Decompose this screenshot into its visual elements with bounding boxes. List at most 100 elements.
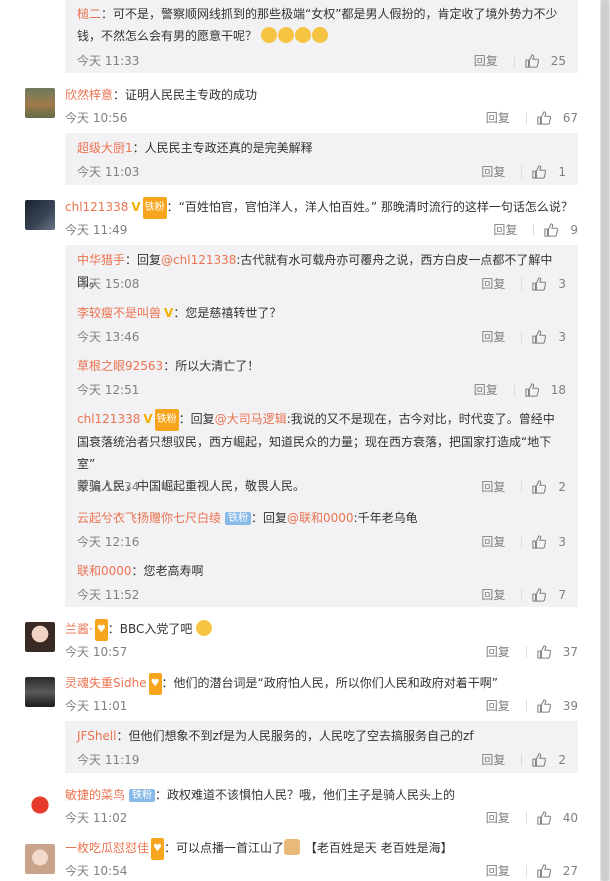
reply-button[interactable]: 回复 xyxy=(493,221,517,238)
fan-badge: 铁粉 xyxy=(154,409,179,431)
emoji-icon xyxy=(294,27,311,43)
like-count: 3 xyxy=(558,329,566,344)
fan-badge: 铁粉 xyxy=(225,512,252,525)
mention-link[interactable]: @大司马逻辑 xyxy=(215,412,287,426)
timestamp: 今天 15:08 xyxy=(77,277,140,291)
timestamp: 今天 11:33 xyxy=(77,54,140,68)
reply-button[interactable]: 回复 xyxy=(486,809,510,826)
comment-body: 一枚吃瓜怼怼佳 ♥ ：可以点播一首江山了 【老百姓是天 老百姓是海】 xyxy=(65,837,578,860)
reply-button[interactable]: 回复 xyxy=(481,328,505,345)
emoji-icon xyxy=(311,27,328,43)
like-count: 9 xyxy=(570,222,578,237)
mention-link[interactable]: @联和0000 xyxy=(287,511,354,525)
thumbs-up-icon[interactable] xyxy=(532,329,547,344)
username-link[interactable]: 灵魂失重Sidhe xyxy=(65,676,147,690)
like-count: 67 xyxy=(562,110,578,125)
timestamp: 今天 11:49 xyxy=(65,223,128,237)
emoji-icon xyxy=(196,620,213,636)
timestamp: 今天 11:02 xyxy=(65,811,128,825)
thumbs-up-icon[interactable] xyxy=(537,810,551,825)
like-count: 3 xyxy=(558,276,566,291)
thumbs-up-icon[interactable] xyxy=(544,222,559,237)
reply-button[interactable]: 回复 xyxy=(481,751,505,768)
avatar[interactable] xyxy=(25,88,55,118)
username-link[interactable]: chl121338 xyxy=(77,412,140,426)
avatar[interactable] xyxy=(25,844,55,874)
reply-button[interactable]: 回复 xyxy=(481,533,505,550)
like-count: 2 xyxy=(558,752,566,767)
fan-badge: ♥ xyxy=(151,838,164,860)
reply-button[interactable]: 回复 xyxy=(486,643,510,660)
reply-button[interactable]: 回复 xyxy=(486,697,510,714)
username-link[interactable]: 中华猎手 xyxy=(77,253,125,267)
username-link[interactable]: 欣然梓意 xyxy=(65,88,113,102)
timestamp: 今天 10:57 xyxy=(65,645,128,659)
like-count: 7 xyxy=(558,587,566,602)
reply-button[interactable]: 回复 xyxy=(486,109,510,126)
username-link[interactable]: 兰酱· xyxy=(65,622,93,636)
thumbs-up-icon[interactable] xyxy=(537,698,551,713)
comment-body: 槌二：可不是，警察顺网线抓到的那些极端“女权”都是男人假扮的，肯定收了境外势力不… xyxy=(77,7,558,21)
thumbs-up-icon[interactable] xyxy=(537,110,551,125)
reply-button[interactable]: 回复 xyxy=(474,381,498,398)
reply-box: JFShell：但他们想象不到zf是为人民服务的，人民吃了空去搞服务自己的zf … xyxy=(65,721,578,773)
timestamp: 今天 12:51 xyxy=(77,383,140,397)
username-link[interactable]: 敏捷的菜鸟 xyxy=(65,788,125,802)
reply-box: 超级大厨1：人民民主专政还真的是完美解释 今天 11:03 回复 1 xyxy=(65,133,578,185)
avatar[interactable] xyxy=(25,677,55,707)
comment-body: 草根之眼92563：所以大清亡了！ xyxy=(77,359,260,373)
reply-button[interactable]: 回复 xyxy=(481,478,505,495)
comment-feed: 槌二：可不是，警察顺网线抓到的那些极端“女权”都是男人假扮的，肯定收了境外势力不… xyxy=(0,0,600,881)
like-count: 3 xyxy=(558,534,566,549)
like-count: 1 xyxy=(558,164,566,179)
comment-body: 云起兮衣飞扬赠你七尺白绫 铁粉 ：回复@联和0000:千年老乌龟 xyxy=(77,511,418,525)
fan-badge: 铁粉 xyxy=(129,789,156,802)
thumbs-up-icon[interactable] xyxy=(537,644,551,659)
mention-link[interactable]: @chl121338 xyxy=(161,253,236,267)
thumbs-up-icon[interactable] xyxy=(537,863,551,878)
comment-body: chl121338 V 铁粉 ：“百姓怕官，官怕洋人，洋人怕百姓。” 那晚清时流行的这… xyxy=(65,196,578,219)
thumbs-up-icon[interactable] xyxy=(532,534,547,549)
avatar[interactable] xyxy=(25,622,55,652)
timestamp: 今天 12:16 xyxy=(77,535,140,549)
emoji-icon xyxy=(260,27,277,43)
username-link[interactable]: 超级大厨1 xyxy=(77,141,133,155)
thumbs-up-icon[interactable] xyxy=(532,479,547,494)
reply-button[interactable]: 回复 xyxy=(481,163,505,180)
thumbs-up-icon[interactable] xyxy=(532,276,547,291)
like-count: 18 xyxy=(550,382,566,397)
avatar[interactable] xyxy=(25,790,55,820)
reply-button[interactable]: 回复 xyxy=(486,862,510,879)
comment-body: 敏捷的菜鸟 铁粉 ：政权难道不该惧怕人民？哦，他们主子是骑人民头上的 xyxy=(65,788,456,802)
username-link[interactable]: 云起兮衣飞扬赠你七尺白绫 xyxy=(77,511,221,525)
timestamp: 今天 11:19 xyxy=(77,753,140,767)
reply-button[interactable]: 回复 xyxy=(481,586,505,603)
username-link[interactable]: 李较瘦不是叫兽 xyxy=(77,306,161,320)
reply-button[interactable]: 回复 xyxy=(474,52,498,69)
avatar[interactable] xyxy=(25,200,55,230)
scrollbar-thumb[interactable] xyxy=(601,0,609,881)
scrollbar[interactable] xyxy=(600,0,610,881)
verified-icon: V xyxy=(131,200,141,214)
username-link[interactable]: 草根之眼92563 xyxy=(77,359,163,373)
username-link[interactable]: chl121338 xyxy=(65,200,128,214)
timestamp: 今天 11:01 xyxy=(65,699,128,713)
comment-body: 李较瘦不是叫兽 V：您是慈禧转世了？ xyxy=(77,302,566,324)
username-link[interactable]: 一枚吃瓜怼怼佳 xyxy=(65,841,149,855)
thumbs-up-icon[interactable] xyxy=(532,752,547,767)
reply-button[interactable]: 回复 xyxy=(481,275,505,292)
username-link[interactable]: JFShell xyxy=(77,729,117,743)
thumbs-up-icon[interactable] xyxy=(525,53,539,68)
timestamp: 今天 10:56 xyxy=(65,111,128,125)
like-count: 2 xyxy=(558,479,566,494)
thumbs-up-icon[interactable] xyxy=(532,587,547,602)
like-count: 25 xyxy=(550,53,566,68)
timestamp: 今天 11:52 xyxy=(77,588,140,602)
comment-body: 联和0000：您老高寿啊 xyxy=(77,564,204,578)
verified-icon: V xyxy=(164,306,174,320)
thumbs-up-icon[interactable] xyxy=(532,164,547,179)
thumbs-up-icon[interactable] xyxy=(525,382,539,397)
username-link[interactable]: 联和0000 xyxy=(77,564,132,578)
username-link[interactable]: 槌二 xyxy=(77,7,101,21)
like-count: 39 xyxy=(562,698,578,713)
